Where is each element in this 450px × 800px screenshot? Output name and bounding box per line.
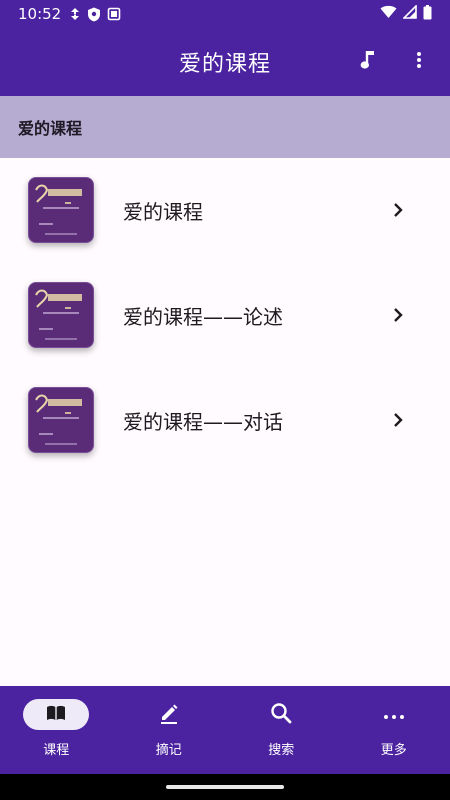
course-title: 爱的课程——对话 (123, 410, 283, 434)
more-horizontal-icon (383, 705, 405, 724)
home-gesture-handle[interactable] (166, 785, 284, 789)
bottom-navigation: 课程 摘记 搜索 更多 (0, 686, 450, 774)
screenshot-icon (107, 7, 121, 21)
book-icon (46, 705, 66, 725)
music-button[interactable] (348, 42, 388, 82)
cell-signal-icon (402, 4, 417, 23)
data-saver-icon (69, 7, 81, 21)
course-title: 爱的课程 (123, 200, 203, 224)
list-item-course[interactable]: 爱的课程——论述 (0, 263, 450, 368)
section-header: 爱的课程 (0, 96, 450, 158)
nav-label: 摘记 (155, 743, 182, 758)
app-screen: 10:52 爱的课程 爱的课程 爱的课程 爱的课程——论述 爱的课程——对话 课… (0, 0, 450, 800)
status-time: 10:52 (18, 5, 62, 23)
nav-tab-courses[interactable]: 课程 (0, 686, 113, 774)
nav-label: 课程 (43, 743, 70, 758)
chevron-right-icon (388, 303, 408, 327)
list-item-course[interactable]: 爱的课程——对话 (0, 368, 450, 473)
nav-tab-more[interactable]: 更多 (338, 686, 450, 774)
app-bar: 爱的课程 (0, 28, 450, 96)
nav-tab-notes[interactable]: 摘记 (113, 686, 226, 774)
shield-icon (87, 7, 101, 22)
overflow-menu-button[interactable] (399, 42, 439, 82)
music-note-icon (360, 50, 376, 74)
course-cover-image (28, 387, 94, 453)
cover-art-graphic (35, 289, 82, 340)
cover-art-graphic (35, 394, 82, 445)
course-list: 爱的课程 爱的课程——论述 爱的课程——对话 (0, 158, 450, 473)
cover-art-graphic (35, 184, 82, 235)
more-vertical-icon (416, 51, 422, 73)
chevron-right-icon (388, 408, 408, 432)
course-title: 爱的课程——论述 (123, 305, 283, 329)
course-cover-image (28, 282, 94, 348)
pencil-icon (158, 702, 180, 728)
nav-tab-search[interactable]: 搜索 (225, 686, 338, 774)
status-bar: 10:52 (0, 0, 450, 28)
wifi-icon (380, 5, 397, 23)
gesture-navigation-bar (0, 774, 450, 800)
search-icon (270, 702, 292, 728)
nav-active-indicator (23, 699, 90, 730)
course-cover-image (28, 177, 94, 243)
list-item-course[interactable]: 爱的课程 (0, 158, 450, 263)
battery-icon (423, 4, 432, 24)
chevron-right-icon (388, 198, 408, 222)
nav-label: 搜索 (268, 743, 295, 758)
nav-label: 更多 (380, 743, 407, 758)
